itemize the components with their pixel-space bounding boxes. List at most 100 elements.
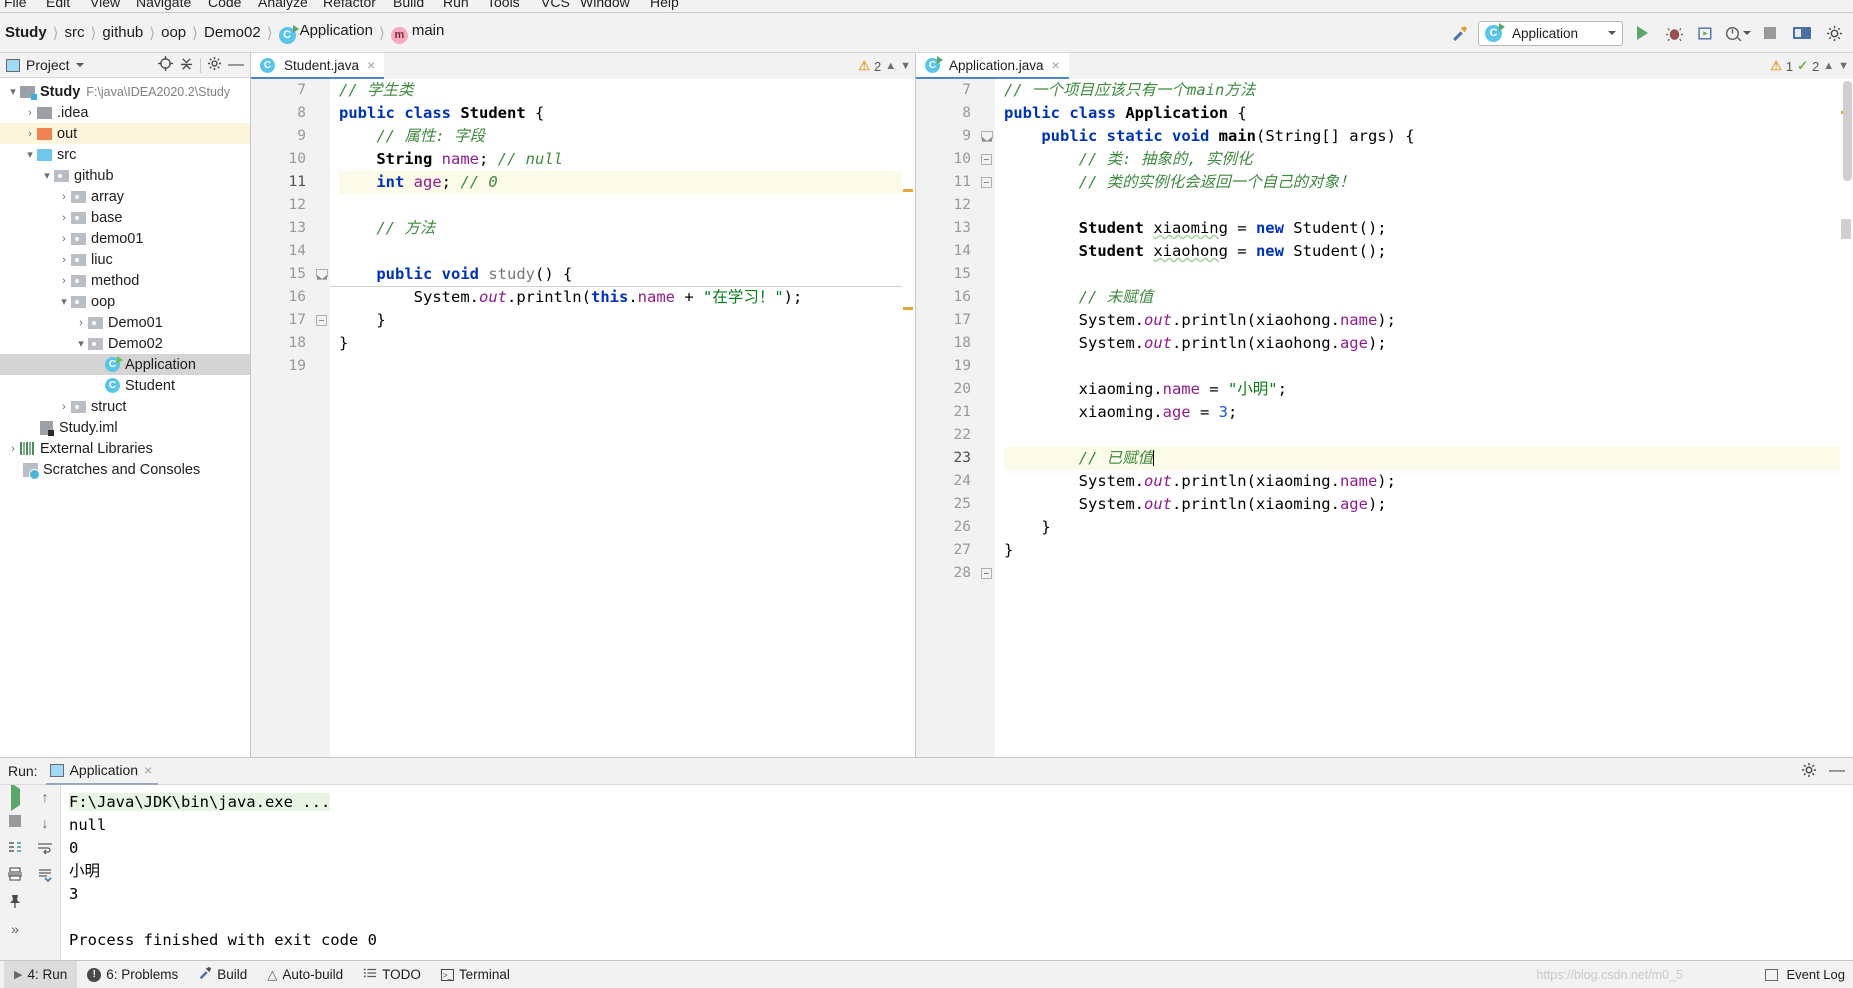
menu-item-run[interactable]: Run [443,0,469,10]
fold-marker-icon[interactable] [981,131,993,142]
editor-viewport-left[interactable]: 7 8 9 10 11 12 13 14 15 16 17 18 19 // 学… [251,79,915,757]
tree-item-method[interactable]: › method [0,270,250,291]
chevron-down-icon[interactable]: ▾ [23,148,37,161]
tree-item-application[interactable]: C Application [0,354,250,375]
tree-item-scratches[interactable]: Scratches and Consoles [0,459,250,480]
chevron-down-icon[interactable]: ▼ [900,60,911,72]
chevron-down-icon[interactable] [75,63,84,67]
menu-item-analyze[interactable]: Analyze [258,0,308,10]
chevron-up-icon[interactable]: ▲ [1823,60,1834,72]
run-button[interactable] [1629,20,1655,46]
inspection-widget-right[interactable]: ⚠ 1 ✓ 2 ▲ ▼ [1770,53,1849,79]
menu-item-vcs[interactable]: VCS [541,0,570,10]
settings-icon[interactable] [1821,20,1847,46]
status-bar-item-terminal[interactable]: >_ Terminal [431,961,520,988]
stripe-caret-marker[interactable] [1841,219,1851,239]
run-navigation-toolbar[interactable]: ↑ ↓ [30,785,61,960]
stop-icon[interactable] [9,815,21,829]
stripe-warning-marker[interactable] [903,307,913,310]
chevron-down-icon[interactable]: ▾ [74,337,88,350]
status-bar-item-problems[interactable]: ! 6: Problems [77,961,188,988]
locate-icon[interactable] [158,56,173,74]
collapse-all-icon[interactable] [179,56,194,74]
menu-item-file[interactable]: File [4,0,27,10]
tree-item-oop[interactable]: ▾ oop [0,291,250,312]
rerun-icon[interactable] [10,783,20,811]
minimize-icon[interactable]: — [1829,762,1845,780]
stripe-warning-marker[interactable] [903,189,913,192]
breadcrumb-item-demo02[interactable]: Demo02 [199,24,266,41]
status-bar-event-log[interactable]: Event Log [1786,967,1845,982]
chevron-right-icon[interactable]: › [57,191,71,203]
chevron-down-icon[interactable]: ▾ [40,169,54,182]
tree-item-demo01[interactable]: › Demo01 [0,312,250,333]
chevron-right-icon[interactable]: › [6,443,20,455]
editor-viewport-right[interactable]: 7 8 9 10 11 12 13 14 15 16 17 18 19 20 2… [916,79,1853,757]
menu-bar[interactable]: File Edit View Navigate Code Analyze Ref… [0,0,1853,13]
soft-wrap-icon[interactable] [37,842,53,857]
project-tree[interactable]: ▾ Study F:\java\IDEA2020.2\Study › .idea… [0,78,250,757]
fold-marker-icon[interactable] [981,177,992,188]
chevron-right-icon[interactable]: › [57,401,71,413]
tree-item-src[interactable]: ▾ src [0,144,250,165]
breadcrumb-item-src[interactable]: src [60,24,90,41]
status-bar-item-todo[interactable]: TODO [353,961,431,988]
error-stripe-left[interactable] [902,79,915,757]
gear-icon[interactable] [207,56,222,75]
run-console-output[interactable]: F:\Java\JDK\bin\java.exe ... null 0 小明 3… [61,785,1853,960]
tree-item-demo01-pkg[interactable]: › demo01 [0,228,250,249]
chevron-down-icon[interactable]: ▾ [6,85,20,98]
gear-icon[interactable] [1801,762,1817,781]
chevron-up-icon[interactable]: ▲ [885,60,896,72]
breadcrumb-item-oop[interactable]: oop [156,24,191,41]
build-project-button[interactable] [1446,20,1472,46]
more-icon[interactable]: » [11,922,19,936]
fold-marker-icon[interactable] [316,315,327,326]
tree-item-out[interactable]: › out [0,123,250,144]
tree-item-study-iml[interactable]: Study.iml [0,417,250,438]
close-icon[interactable]: × [1052,57,1060,73]
menu-item-code[interactable]: Code [208,0,241,10]
chevron-right-icon[interactable]: › [74,317,88,329]
stop-button[interactable] [1757,20,1783,46]
chevron-right-icon[interactable]: › [23,107,37,119]
menu-item-build[interactable]: Build [393,0,424,10]
scroll-to-end-icon[interactable] [37,869,53,884]
fold-gutter-left[interactable] [313,79,330,757]
run-actions-toolbar[interactable]: » [0,783,30,960]
breadcrumb-item-application[interactable]: C Application [274,22,378,44]
toggle-tasks-icon[interactable] [7,840,23,856]
menu-item-window[interactable]: Window [580,0,630,10]
menu-item-tools[interactable]: Tools [487,0,520,10]
tree-item-study[interactable]: ▾ Study F:\java\IDEA2020.2\Study [0,81,250,102]
menu-item-view[interactable]: View [90,0,120,10]
down-icon[interactable]: ↓ [42,816,49,830]
run-with-coverage-button[interactable] [1693,20,1719,46]
menu-item-edit[interactable]: Edit [46,0,70,10]
inspection-widget-left[interactable]: ⚠ 2 ▲ ▼ [858,53,911,79]
tab-application-java[interactable]: C Application.java × [916,53,1069,79]
breadcrumb-item-main[interactable]: m main [386,22,450,44]
chevron-right-icon[interactable]: › [57,254,71,266]
status-bar-item-build[interactable]: Build [188,961,257,988]
chevron-down-icon[interactable]: ▾ [57,295,71,308]
tree-item-base[interactable]: › base [0,207,250,228]
tree-item-external-libraries[interactable]: › External Libraries [0,438,250,459]
code-content-right[interactable]: // 一个项目应该只有一个main方法 public class Applica… [995,79,1840,757]
close-icon[interactable]: × [144,762,152,778]
fold-marker-icon[interactable] [981,568,992,579]
chevron-down-icon[interactable]: ▼ [1838,60,1849,72]
debug-button[interactable] [1661,20,1687,46]
chevron-right-icon[interactable]: › [23,128,37,140]
error-stripe-right[interactable] [1840,79,1853,757]
close-icon[interactable]: × [367,57,375,73]
menu-item-help[interactable]: Help [650,0,679,10]
breadcrumb-item-github[interactable]: github [97,24,148,41]
hide-icon[interactable]: — [228,57,244,73]
profile-button[interactable] [1725,20,1751,46]
tree-item-liuc[interactable]: › liuc [0,249,250,270]
status-bar-item-run[interactable]: ▶ 4: Run [4,960,78,988]
fold-marker-icon[interactable] [981,154,992,165]
chevron-right-icon[interactable]: › [57,212,71,224]
run-configuration-selector[interactable]: C Application [1478,20,1623,46]
